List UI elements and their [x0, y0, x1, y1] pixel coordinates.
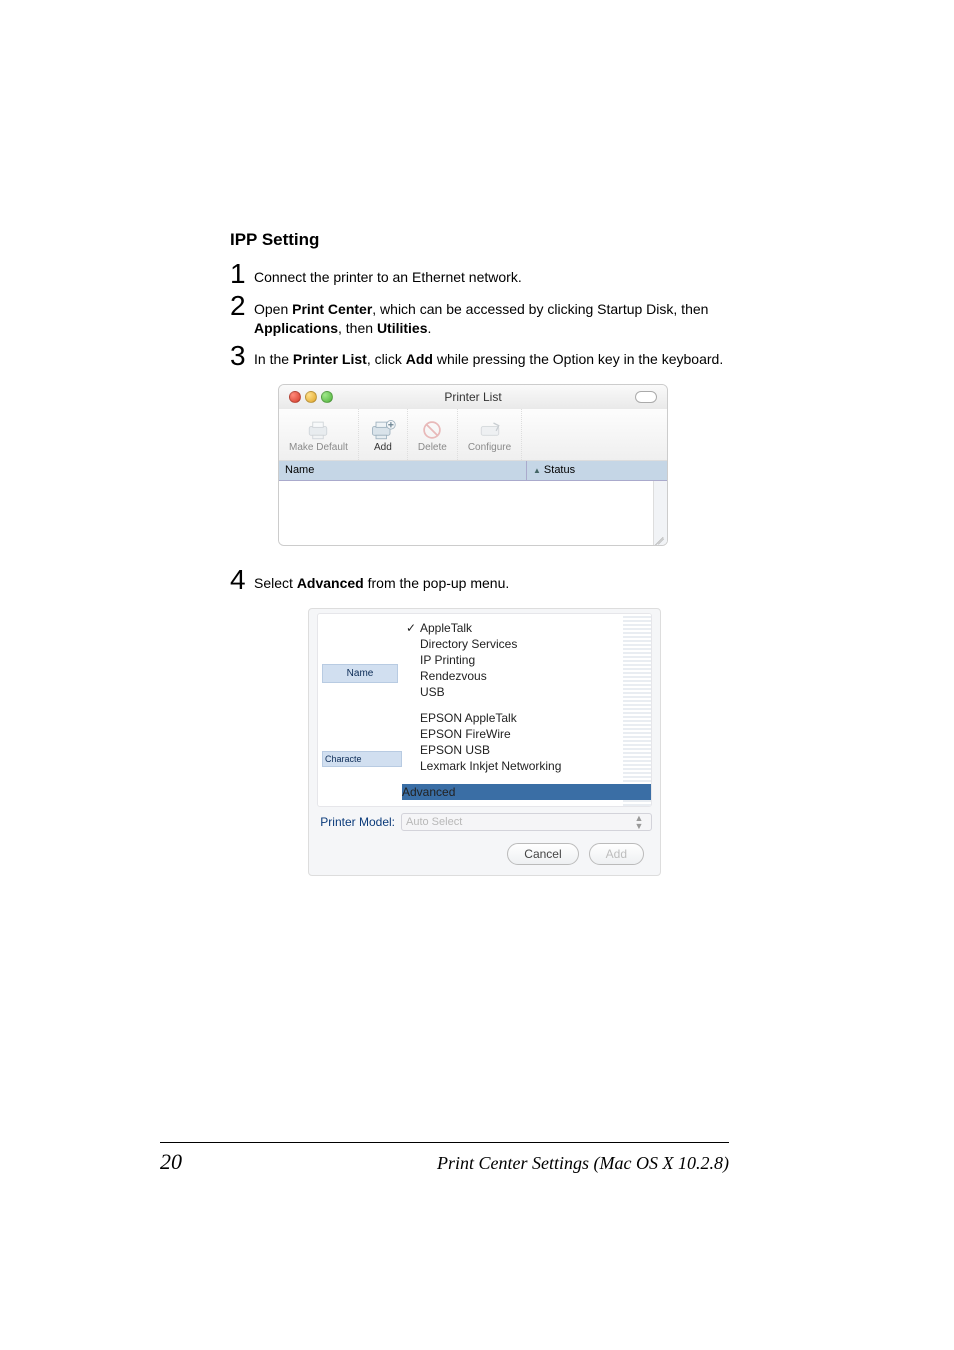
- text: while pressing the Option key in the key…: [433, 351, 723, 367]
- step-number: 3: [230, 342, 254, 370]
- label: Add: [374, 442, 392, 453]
- label: Configure: [468, 442, 511, 453]
- toolbar: Make Default Add Delete Configure: [279, 409, 667, 461]
- menu-item-epson-firewire[interactable]: EPSON FireWire: [420, 726, 643, 742]
- selected-value: Auto Select: [406, 816, 462, 828]
- step-number: 1: [230, 260, 254, 288]
- term-print-center: Print Center: [292, 301, 372, 317]
- titlebar: Printer List: [279, 385, 667, 409]
- term-advanced: Advanced: [297, 575, 364, 591]
- step-2: 2 Open Print Center, which can be access…: [230, 292, 724, 338]
- connection-sheet: Name Characte ✓AppleTalk Directory Servi…: [308, 608, 661, 876]
- text: .: [428, 320, 432, 336]
- printer-list-window: Printer List Make Default Add Delete Con…: [278, 384, 668, 546]
- term-add: Add: [406, 351, 433, 367]
- make-default-button[interactable]: Make Default: [279, 409, 359, 460]
- step-text: In the Printer List, click Add while pre…: [254, 342, 723, 370]
- step-number: 2: [230, 292, 254, 338]
- column-headers: Name ▲ Status: [279, 461, 667, 481]
- menu-item-epson-usb[interactable]: EPSON USB: [420, 742, 643, 758]
- menu-item-advanced[interactable]: Advanced: [402, 784, 651, 800]
- column-name[interactable]: Name: [279, 461, 527, 480]
- term-applications: Applications: [254, 320, 338, 336]
- step-number: 4: [230, 566, 254, 594]
- term-printer-list: Printer List: [293, 351, 367, 367]
- menu-item-ip-printing[interactable]: IP Printing: [420, 652, 643, 668]
- delete-icon: [418, 418, 446, 442]
- menu-item-epson-appletalk[interactable]: EPSON AppleTalk: [420, 710, 643, 726]
- toolbar-toggle-button[interactable]: [635, 391, 657, 403]
- menu-separator: [420, 774, 643, 784]
- printer-default-icon: [304, 418, 332, 442]
- footer-divider: [160, 1142, 729, 1143]
- printer-list-body[interactable]: [279, 481, 667, 545]
- text: In the: [254, 351, 293, 367]
- label: Make Default: [289, 442, 348, 453]
- step-text: Select Advanced from the pop-up menu.: [254, 566, 509, 594]
- step-4: 4 Select Advanced from the pop-up menu.: [230, 566, 724, 594]
- printer-model-label: Printer Model:: [317, 815, 401, 829]
- step-1: 1 Connect the printer to an Ethernet net…: [230, 260, 724, 288]
- step-text: Open Print Center, which can be accessed…: [254, 292, 724, 338]
- name-column-header[interactable]: Name: [322, 664, 398, 683]
- text: , click: [367, 351, 406, 367]
- add-button[interactable]: Add: [589, 843, 644, 865]
- menu-separator: [420, 700, 643, 710]
- text: Select: [254, 575, 297, 591]
- label: AppleTalk: [420, 621, 472, 635]
- printer-add-icon: [369, 418, 397, 442]
- cancel-button[interactable]: Cancel: [507, 843, 578, 865]
- add-button[interactable]: Add: [359, 409, 408, 460]
- menu-item-usb[interactable]: USB: [420, 684, 643, 700]
- menu-item-rendezvous[interactable]: Rendezvous: [420, 668, 643, 684]
- term-utilities: Utilities: [377, 320, 428, 336]
- label: Status: [544, 464, 575, 476]
- column-status[interactable]: ▲ Status: [527, 461, 667, 480]
- text: Open: [254, 301, 292, 317]
- menu-item-directory-services[interactable]: Directory Services: [420, 636, 643, 652]
- delete-button[interactable]: Delete: [408, 409, 458, 460]
- updown-icon: ▲▼: [631, 814, 647, 830]
- step-3: 3 In the Printer List, click Add while p…: [230, 342, 724, 370]
- check-icon: ✓: [406, 621, 416, 635]
- resize-handle[interactable]: [653, 531, 665, 543]
- text: , which can be accessed by clicking Star…: [372, 301, 708, 317]
- character-set-label: Characte: [322, 751, 402, 767]
- sort-indicator-icon: ▲: [533, 466, 541, 475]
- page-number: 20: [160, 1149, 182, 1175]
- step-text: Connect the printer to an Ethernet netwo…: [254, 260, 522, 288]
- page-footer: 20 Print Center Settings (Mac OS X 10.2.…: [160, 1142, 729, 1175]
- text: from the pop-up menu.: [364, 575, 510, 591]
- menu-item-appletalk[interactable]: ✓AppleTalk: [420, 620, 643, 636]
- footer-title: Print Center Settings (Mac OS X 10.2.8): [437, 1153, 729, 1174]
- section-heading: IPP Setting: [230, 230, 724, 250]
- printer-model-select[interactable]: Auto Select ▲▼: [401, 813, 652, 831]
- configure-button[interactable]: Configure: [458, 409, 522, 460]
- connection-type-popup[interactable]: ✓AppleTalk Directory Services IP Printin…: [402, 614, 651, 806]
- window-title: Printer List: [279, 390, 667, 404]
- configure-icon: [476, 418, 504, 442]
- text: , then: [338, 320, 377, 336]
- menu-item-lexmark[interactable]: Lexmark Inkjet Networking: [420, 758, 643, 774]
- label: Delete: [418, 442, 447, 453]
- connection-type-menu: ✓AppleTalk Directory Services IP Printin…: [402, 616, 651, 804]
